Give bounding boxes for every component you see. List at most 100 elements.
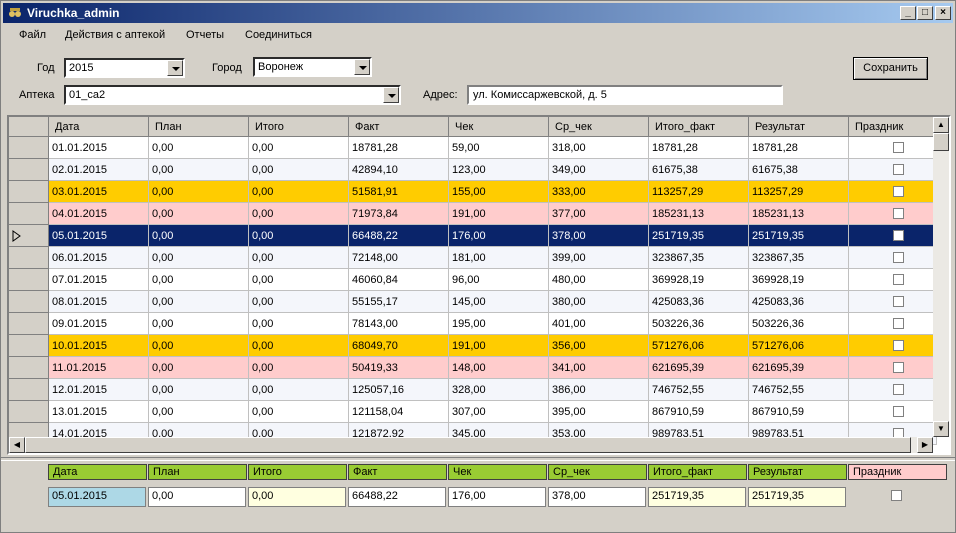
- scroll-down-icon[interactable]: ▼: [933, 421, 949, 437]
- holiday-checkbox[interactable]: [893, 142, 904, 153]
- scroll-up-icon[interactable]: ▲: [933, 117, 949, 133]
- data-grid[interactable]: Дата План Итого Факт Чек Ср_чек Итого_факт Резу…: [7, 115, 951, 455]
- cell-total[interactable]: 0,00: [249, 357, 349, 379]
- cell-fact[interactable]: 51581,91: [349, 181, 449, 203]
- close-icon[interactable]: ×: [935, 6, 951, 20]
- holiday-checkbox[interactable]: [893, 186, 904, 197]
- cell-result[interactable]: 369928,19: [749, 269, 849, 291]
- title-bar[interactable]: Viruchka_admin _ □ ×: [3, 3, 953, 23]
- table-row[interactable]: 01.01.2015 0,00 0,00 18781,28 59,00 318,00 187…: [9, 137, 937, 159]
- cell-result[interactable]: 113257,29: [749, 181, 849, 203]
- scroll-right-icon[interactable]: ▶: [917, 437, 933, 453]
- cell-plan[interactable]: 0,00: [149, 357, 249, 379]
- detail-field-total[interactable]: 0,00: [248, 487, 346, 507]
- cell-avg-check[interactable]: 480,00: [549, 269, 649, 291]
- cell-avg-check[interactable]: 341,00: [549, 357, 649, 379]
- cell-total[interactable]: 0,00: [249, 203, 349, 225]
- table-row[interactable]: 04.01.2015 0,00 0,00 71973,84 191,00 377,00 18…: [9, 203, 937, 225]
- cell-avg-check[interactable]: 318,00: [549, 137, 649, 159]
- detail-field-plan[interactable]: 0,00: [148, 487, 246, 507]
- cell-check[interactable]: 195,00: [449, 313, 549, 335]
- holiday-checkbox[interactable]: [893, 164, 904, 175]
- row-selector[interactable]: [9, 401, 49, 423]
- table-row[interactable]: 12.01.2015 0,00 0,00 125057,16 328,00 386,00 7…: [9, 379, 937, 401]
- cell-fact[interactable]: 125057,16: [349, 379, 449, 401]
- cell-result[interactable]: 61675,38: [749, 159, 849, 181]
- cell-date[interactable]: 06.01.2015: [49, 247, 149, 269]
- row-selector[interactable]: [9, 247, 49, 269]
- holiday-checkbox[interactable]: [893, 252, 904, 263]
- cell-plan[interactable]: 0,00: [149, 379, 249, 401]
- holiday-checkbox[interactable]: [893, 406, 904, 417]
- detail-holiday-checkbox[interactable]: [891, 490, 902, 501]
- minimize-icon[interactable]: _: [900, 6, 916, 20]
- cell-plan[interactable]: 0,00: [149, 203, 249, 225]
- cell-fact[interactable]: 46060,84: [349, 269, 449, 291]
- cell-fact[interactable]: 18781,28: [349, 137, 449, 159]
- cell-result[interactable]: 503226,36: [749, 313, 849, 335]
- table-row[interactable]: 10.01.2015 0,00 0,00 68049,70 191,00 356,00 57…: [9, 335, 937, 357]
- cell-total[interactable]: 0,00: [249, 269, 349, 291]
- table-row[interactable]: 03.01.2015 0,00 0,00 51581,91 155,00 333,00 11…: [9, 181, 937, 203]
- chevron-down-icon[interactable]: [167, 60, 183, 76]
- cell-total-fact[interactable]: 503226,36: [649, 313, 749, 335]
- cell-total-fact[interactable]: 185231,13: [649, 203, 749, 225]
- cell-avg-check[interactable]: 378,00: [549, 225, 649, 247]
- vertical-scrollbar[interactable]: ▲ ▼: [933, 117, 949, 437]
- cell-result[interactable]: 746752,55: [749, 379, 849, 401]
- cell-result[interactable]: 621695,39: [749, 357, 849, 379]
- detail-field-date[interactable]: 05.01.2015: [48, 487, 146, 507]
- cell-check[interactable]: 96,00: [449, 269, 549, 291]
- cell-fact[interactable]: 55155,17: [349, 291, 449, 313]
- cell-result[interactable]: 185231,13: [749, 203, 849, 225]
- detail-field-check[interactable]: 176,00: [448, 487, 546, 507]
- cell-plan[interactable]: 0,00: [149, 313, 249, 335]
- column-header-result[interactable]: Результат: [749, 117, 849, 137]
- menu-reports[interactable]: Отчеты: [186, 29, 224, 41]
- cell-fact[interactable]: 68049,70: [349, 335, 449, 357]
- cell-fact[interactable]: 78143,00: [349, 313, 449, 335]
- holiday-checkbox[interactable]: [893, 362, 904, 373]
- cell-avg-check[interactable]: 395,00: [549, 401, 649, 423]
- cell-total[interactable]: 0,00: [249, 181, 349, 203]
- row-selector[interactable]: [9, 137, 49, 159]
- column-header-plan[interactable]: План: [149, 117, 249, 137]
- table-row[interactable]: 05.01.2015 0,00 0,00 66488,22 176,00 378,00 25…: [9, 225, 937, 247]
- table-row[interactable]: 13.01.2015 0,00 0,00 121158,04 307,00 395,00 8…: [9, 401, 937, 423]
- cell-fact[interactable]: 50419,33: [349, 357, 449, 379]
- cell-total-fact[interactable]: 867910,59: [649, 401, 749, 423]
- chevron-down-icon[interactable]: [354, 59, 370, 75]
- holiday-checkbox[interactable]: [893, 340, 904, 351]
- cell-check[interactable]: 123,00: [449, 159, 549, 181]
- row-selector[interactable]: [9, 203, 49, 225]
- row-selector[interactable]: [9, 357, 49, 379]
- city-select[interactable]: Воронеж: [253, 57, 372, 77]
- cell-plan[interactable]: 0,00: [149, 225, 249, 247]
- cell-avg-check[interactable]: 399,00: [549, 247, 649, 269]
- cell-avg-check[interactable]: 386,00: [549, 379, 649, 401]
- table-row[interactable]: 06.01.2015 0,00 0,00 72148,00 181,00 399,00 32…: [9, 247, 937, 269]
- row-selector[interactable]: [9, 181, 49, 203]
- maximize-icon[interactable]: □: [917, 6, 933, 20]
- menu-connect[interactable]: Соединиться: [245, 29, 312, 41]
- cell-result[interactable]: 425083,36: [749, 291, 849, 313]
- table-row[interactable]: 08.01.2015 0,00 0,00 55155,17 145,00 380,00 42…: [9, 291, 937, 313]
- scroll-left-icon[interactable]: ◀: [9, 437, 25, 453]
- cell-date[interactable]: 03.01.2015: [49, 181, 149, 203]
- cell-total-fact[interactable]: 746752,55: [649, 379, 749, 401]
- row-selector[interactable]: [9, 269, 49, 291]
- row-selector[interactable]: [9, 159, 49, 181]
- cell-plan[interactable]: 0,00: [149, 335, 249, 357]
- cell-avg-check[interactable]: 377,00: [549, 203, 649, 225]
- cell-date[interactable]: 08.01.2015: [49, 291, 149, 313]
- scroll-thumb[interactable]: [933, 133, 949, 151]
- cell-total[interactable]: 0,00: [249, 291, 349, 313]
- cell-date[interactable]: 05.01.2015: [49, 225, 149, 247]
- cell-date[interactable]: 09.01.2015: [49, 313, 149, 335]
- table-row[interactable]: 02.01.2015 0,00 0,00 42894,10 123,00 349,00 61…: [9, 159, 937, 181]
- cell-plan[interactable]: 0,00: [149, 269, 249, 291]
- cell-total-fact[interactable]: 251719,35: [649, 225, 749, 247]
- cell-plan[interactable]: 0,00: [149, 247, 249, 269]
- cell-fact[interactable]: 72148,00: [349, 247, 449, 269]
- holiday-checkbox[interactable]: [893, 296, 904, 307]
